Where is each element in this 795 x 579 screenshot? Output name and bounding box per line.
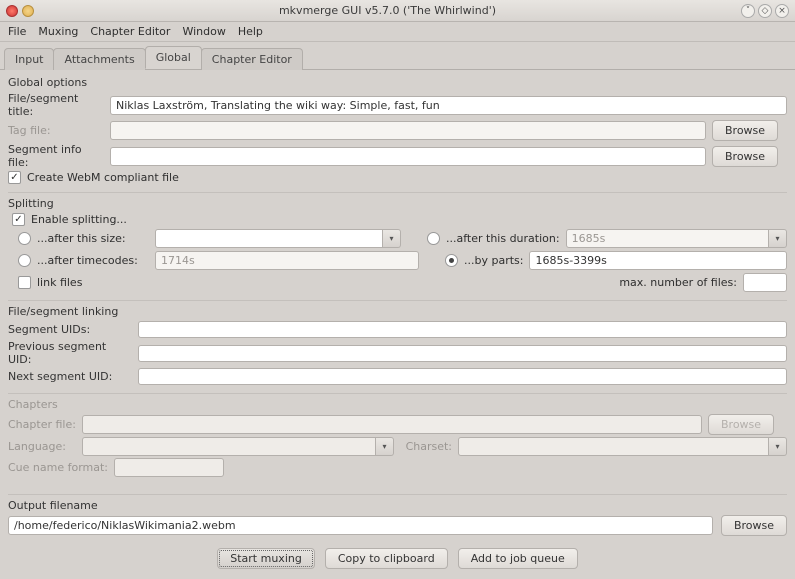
add-job-queue-button[interactable]: Add to job queue <box>458 548 578 569</box>
segment-uids-label: Segment UIDs: <box>8 323 132 336</box>
window-btn-max[interactable]: ◇ <box>758 4 772 18</box>
by-parts-input[interactable] <box>529 251 787 270</box>
segment-uids-input[interactable] <box>138 321 787 338</box>
link-files-checkbox[interactable] <box>18 276 31 289</box>
after-timecodes-label: ...after timecodes: <box>37 254 149 267</box>
after-size-radio[interactable] <box>18 232 31 245</box>
language-label: Language: <box>8 440 76 453</box>
start-muxing-button[interactable]: Start muxing <box>217 548 315 569</box>
tag-file-input[interactable] <box>110 121 706 140</box>
output-title: Output filename <box>8 499 787 512</box>
by-parts-label: ...by parts: <box>464 254 523 267</box>
charset-label: Charset: <box>400 440 452 453</box>
output-browse-button[interactable]: Browse <box>721 515 787 536</box>
linking-title: File/segment linking <box>8 305 787 318</box>
after-timecodes-radio[interactable] <box>18 254 31 267</box>
language-dropdown: ▾ <box>376 437 394 456</box>
language-input <box>82 437 376 456</box>
segment-info-browse-button[interactable]: Browse <box>712 146 778 167</box>
global-options-title: Global options <box>8 76 787 89</box>
by-parts-radio[interactable] <box>445 254 458 267</box>
file-segment-title-label: File/segment title: <box>8 92 104 118</box>
after-timecodes-input[interactable] <box>155 251 419 270</box>
charset-dropdown: ▾ <box>769 437 787 456</box>
max-files-label: max. number of files: <box>619 276 737 289</box>
segment-info-label: Segment info file: <box>8 143 104 169</box>
window-title: mkvmerge GUI v5.7.0 ('The Whirlwind') <box>34 4 741 17</box>
minimize-window-icon[interactable] <box>22 5 34 17</box>
tab-global[interactable]: Global <box>145 46 202 69</box>
chapter-file-label: Chapter file: <box>8 418 76 431</box>
chapter-browse-button: Browse <box>708 414 774 435</box>
window-btn-min[interactable]: ˅ <box>741 4 755 18</box>
after-duration-radio[interactable] <box>427 232 440 245</box>
tab-attachments[interactable]: Attachments <box>53 48 145 70</box>
menu-chapter-editor[interactable]: Chapter Editor <box>90 25 170 38</box>
segment-info-input[interactable] <box>110 147 706 166</box>
chapters-title: Chapters <box>8 398 787 411</box>
after-size-dropdown[interactable]: ▾ <box>383 229 401 248</box>
window-btn-close[interactable]: × <box>775 4 789 18</box>
next-uid-label: Next segment UID: <box>8 370 132 383</box>
cue-name-input <box>114 458 224 477</box>
copy-clipboard-button[interactable]: Copy to clipboard <box>325 548 448 569</box>
menubar: File Muxing Chapter Editor Window Help <box>0 22 795 42</box>
tab-chapter-editor[interactable]: Chapter Editor <box>201 48 303 70</box>
prev-uid-label: Previous segment UID: <box>8 340 132 366</box>
max-files-input[interactable] <box>743 273 787 292</box>
next-uid-input[interactable] <box>138 368 787 385</box>
output-filename-input[interactable] <box>8 516 713 535</box>
enable-splitting-checkbox[interactable]: ✓ <box>12 213 25 226</box>
create-webm-label: Create WebM compliant file <box>27 171 179 184</box>
after-duration-input[interactable] <box>566 229 769 248</box>
cue-name-label: Cue name format: <box>8 461 108 474</box>
menu-window[interactable]: Window <box>182 25 225 38</box>
tabs: Input Attachments Global Chapter Editor <box>0 42 795 70</box>
menu-muxing[interactable]: Muxing <box>38 25 78 38</box>
enable-splitting-label: Enable splitting... <box>31 213 127 226</box>
menu-file[interactable]: File <box>8 25 26 38</box>
link-files-label: link files <box>37 276 82 289</box>
create-webm-checkbox[interactable]: ✓ <box>8 171 21 184</box>
tag-file-browse-button[interactable]: Browse <box>712 120 778 141</box>
splitting-title: Splitting <box>8 197 787 210</box>
file-segment-title-input[interactable] <box>110 96 787 115</box>
after-duration-label: ...after this duration: <box>446 232 560 245</box>
after-size-label: ...after this size: <box>37 232 149 245</box>
charset-input <box>458 437 769 456</box>
close-window-icon[interactable] <box>6 5 18 17</box>
after-duration-dropdown[interactable]: ▾ <box>769 229 787 248</box>
menu-help[interactable]: Help <box>238 25 263 38</box>
tag-file-label: Tag file: <box>8 124 104 137</box>
prev-uid-input[interactable] <box>138 345 787 362</box>
after-size-input[interactable] <box>155 229 383 248</box>
chapter-file-input <box>82 415 702 434</box>
tab-input[interactable]: Input <box>4 48 54 70</box>
